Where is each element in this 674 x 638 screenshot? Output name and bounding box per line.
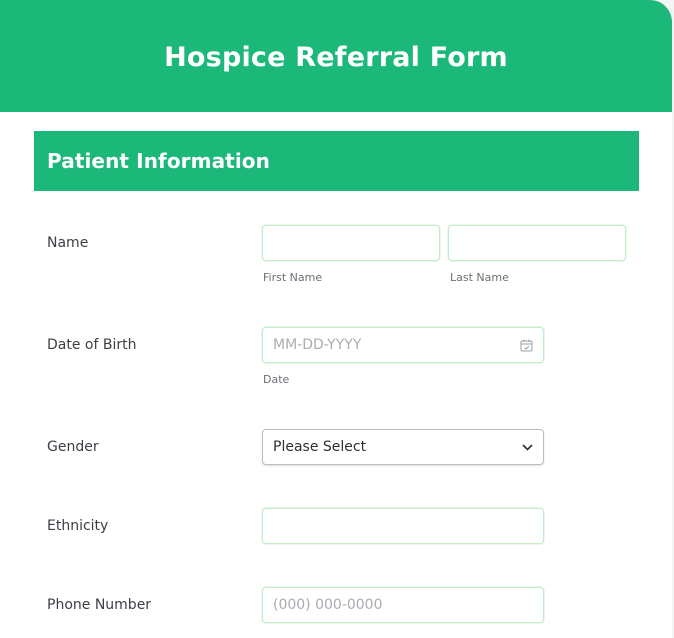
dob-field[interactable] — [262, 327, 544, 363]
phone-label: Phone Number — [47, 597, 152, 613]
chevron-down-icon — [522, 443, 533, 451]
ethnicity-label: Ethnicity — [47, 518, 109, 534]
calendar-icon[interactable] — [520, 339, 533, 352]
phone-input[interactable] — [263, 588, 543, 622]
form-header: Hospice Referral Form — [0, 0, 672, 112]
form-title: Hospice Referral Form — [164, 41, 508, 73]
name-label: Name — [47, 235, 89, 251]
section-header: Patient Information — [34, 131, 639, 191]
dob-input[interactable] — [263, 328, 543, 362]
ethnicity-input[interactable] — [263, 509, 543, 543]
first-name-field[interactable] — [262, 225, 440, 261]
gender-selected-value: Please Select — [273, 439, 367, 455]
gender-label: Gender — [47, 439, 99, 455]
gender-select[interactable]: Please Select — [262, 429, 544, 465]
last-name-field[interactable] — [448, 225, 626, 261]
form-page: Hospice Referral Form Patient Informatio… — [0, 0, 672, 638]
phone-field[interactable] — [262, 587, 544, 623]
dob-label: Date of Birth — [47, 337, 137, 353]
section-title: Patient Information — [47, 149, 270, 173]
first-name-input[interactable] — [263, 226, 439, 260]
ethnicity-field[interactable] — [262, 508, 544, 544]
last-name-input[interactable] — [449, 226, 625, 260]
first-name-sublabel: First Name — [263, 271, 323, 284]
last-name-sublabel: Last Name — [450, 271, 509, 284]
dob-sublabel: Date — [263, 373, 290, 386]
